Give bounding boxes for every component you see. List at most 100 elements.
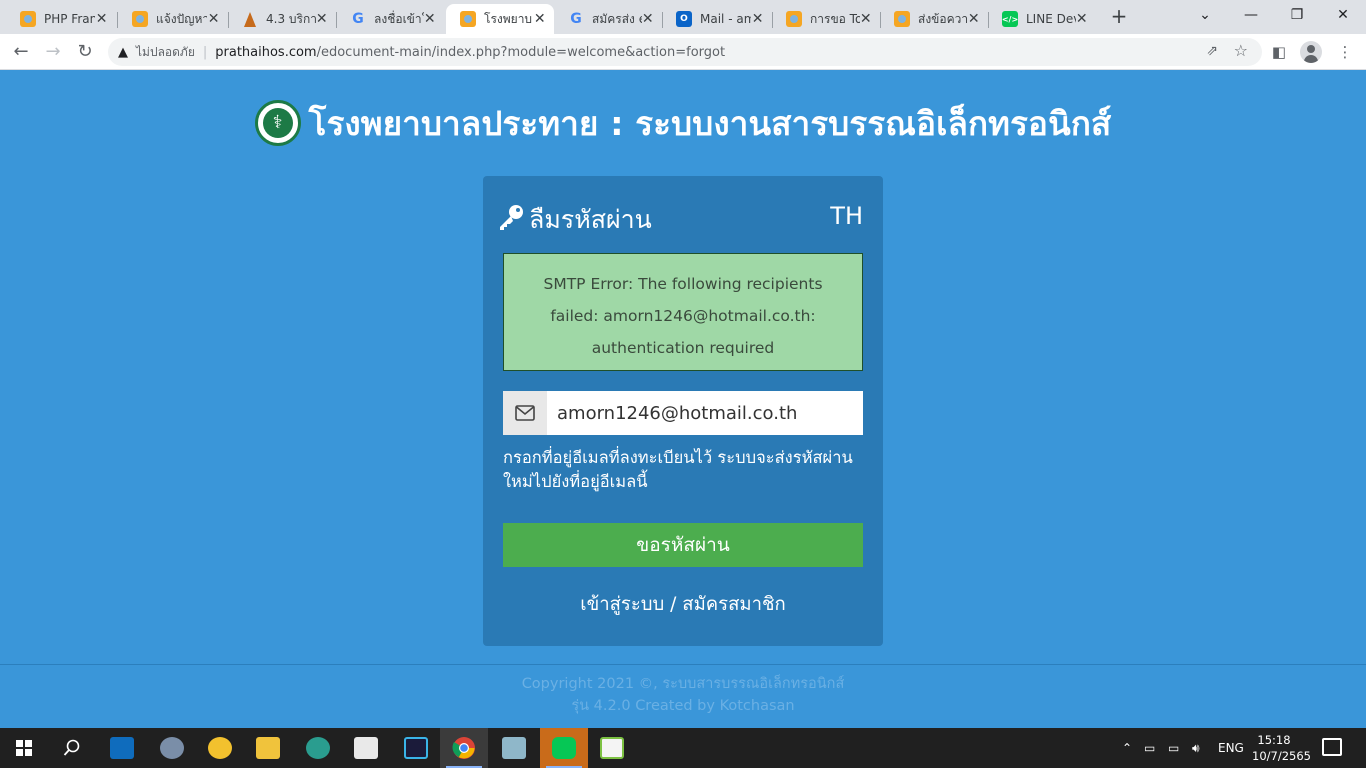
browser-tab-active[interactable]: โรงพยาบ ✕ bbox=[446, 4, 554, 34]
address-bar[interactable]: ▲ ไม่ปลอดภัย | prathaihos.com/edocument-… bbox=[108, 38, 1262, 66]
hospital-logo-icon[interactable]: ⚕ bbox=[254, 100, 301, 146]
tab-search-icon[interactable]: ⌄ bbox=[1182, 0, 1228, 30]
footer-divider bbox=[0, 664, 1366, 665]
new-tab-button[interactable]: + bbox=[1108, 5, 1130, 27]
bookmark-star-icon[interactable]: ☆ bbox=[1234, 41, 1248, 60]
site-favicon-icon bbox=[132, 11, 148, 27]
browser-toolbar: ← → ↻ ▲ ไม่ปลอดภัย | prathaihos.com/edoc… bbox=[0, 34, 1366, 70]
forward-button[interactable]: → bbox=[40, 39, 66, 65]
back-button[interactable]: ← bbox=[8, 39, 34, 65]
warning-icon[interactable]: ▲ bbox=[118, 45, 128, 60]
windows-taskbar: ⌃ ▭ ▭ 🔊︎ ENG 15:18 10/7/2565 bbox=[0, 728, 1366, 768]
site-favicon-icon bbox=[786, 11, 802, 27]
tab-label: Mail - am bbox=[700, 12, 752, 26]
address-divider: | bbox=[202, 44, 208, 60]
edge-canary-icon[interactable] bbox=[294, 728, 342, 768]
request-password-button[interactable]: ขอรหัสผ่าน bbox=[503, 523, 863, 567]
envelope-icon bbox=[503, 391, 547, 435]
tab-label: ส่งข้อควา bbox=[918, 11, 968, 26]
site-favicon-icon bbox=[894, 11, 910, 27]
close-tab-icon[interactable]: ✕ bbox=[424, 11, 436, 27]
outlook-icon: O bbox=[676, 11, 692, 27]
webex-icon[interactable] bbox=[392, 728, 440, 768]
reload-button[interactable]: ↻ bbox=[72, 39, 98, 65]
page-footer: Copyright 2021 ©, ระบบสารบรรณอิเล็กทรอนิ… bbox=[0, 673, 1366, 717]
close-window-button[interactable]: ✕ bbox=[1320, 0, 1366, 30]
google-icon: G bbox=[352, 11, 364, 27]
app-icon[interactable] bbox=[196, 728, 244, 768]
language-switch[interactable]: TH bbox=[830, 202, 863, 230]
side-panel-icon[interactable]: ◧ bbox=[1268, 41, 1290, 63]
share-icon[interactable]: ⇗ bbox=[1206, 43, 1218, 59]
site-title[interactable]: โรงพยาบาลประทาย : ระบบงานสารบรรณอิเล็กทร… bbox=[309, 97, 1112, 150]
browser-tab[interactable]: G สมัครส่ง e ✕ bbox=[554, 4, 662, 34]
google-icon: G bbox=[570, 11, 582, 27]
browser-tab-strip: PHP Fran ✕ แจ้งปัญหา ✕ 4.3 บริการ ✕ G ลง… bbox=[0, 0, 1366, 34]
browser-tab[interactable]: PHP Fran ✕ bbox=[6, 4, 116, 34]
mail-app-icon[interactable] bbox=[98, 728, 146, 768]
site-favicon-icon bbox=[460, 11, 476, 27]
profile-avatar-icon[interactable] bbox=[1300, 41, 1322, 63]
browser-tab[interactable]: การขอ To ✕ bbox=[772, 4, 880, 34]
form-title: ลืมรหัสผ่าน bbox=[529, 205, 652, 234]
windows-start-icon[interactable] bbox=[0, 728, 48, 768]
tab-label: PHP Fran bbox=[44, 12, 96, 26]
search-icon[interactable] bbox=[48, 728, 96, 768]
close-tab-icon[interactable]: ✕ bbox=[95, 11, 108, 27]
version-text: รุ่น 4.2.0 Created by Kotchasan bbox=[571, 698, 795, 714]
notepad-icon[interactable] bbox=[588, 728, 636, 768]
network-icon[interactable]: ▭ bbox=[1168, 728, 1179, 768]
battery-icon[interactable]: ▭ bbox=[1144, 728, 1155, 768]
browser-tab[interactable]: O Mail - am ✕ bbox=[662, 4, 772, 34]
close-tab-icon[interactable]: ✕ bbox=[642, 11, 654, 27]
site-favicon-icon bbox=[20, 11, 36, 27]
url-path: /edocument-main/index.php?module=welcome… bbox=[316, 44, 726, 60]
url-host: prathaihos.com bbox=[215, 44, 317, 60]
tab-label: สมัครส่ง e bbox=[592, 11, 642, 26]
file-explorer-icon[interactable] bbox=[244, 728, 292, 768]
notification-center-icon[interactable] bbox=[1322, 738, 1342, 756]
close-tab-icon[interactable]: ✕ bbox=[1076, 11, 1088, 27]
chrome-icon[interactable] bbox=[440, 728, 488, 768]
forgot-password-card: ลืมรหัสผ่าน TH SMTP Error: The following… bbox=[483, 176, 883, 646]
minimize-button[interactable]: — bbox=[1228, 0, 1274, 30]
browser-tab[interactable]: แจ้งปัญหา ✕ bbox=[118, 4, 228, 34]
menu-kebab-icon[interactable]: ⋮ bbox=[1334, 41, 1356, 63]
tab-label: โรงพยาบ bbox=[484, 11, 533, 26]
taskbar-clock[interactable]: 15:18 10/7/2565 bbox=[1252, 732, 1311, 764]
card-header: ลืมรหัสผ่าน TH bbox=[497, 200, 869, 234]
input-language[interactable]: ENG bbox=[1218, 728, 1244, 768]
close-tab-icon[interactable]: ✕ bbox=[860, 11, 872, 27]
close-tab-icon[interactable]: ✕ bbox=[534, 11, 546, 27]
clock-date: 10/7/2565 bbox=[1252, 749, 1311, 763]
browser-tab[interactable]: 4.3 บริการ ✕ bbox=[228, 4, 336, 34]
close-tab-icon[interactable]: ✕ bbox=[968, 11, 980, 27]
app-icon[interactable] bbox=[148, 728, 196, 768]
tab-label: ลงชื่อเข้าใ bbox=[374, 11, 424, 26]
store-icon[interactable] bbox=[342, 728, 390, 768]
tab-label: แจ้งปัญหา bbox=[156, 11, 208, 26]
tab-label: 4.3 บริการ bbox=[266, 11, 316, 26]
close-tab-icon[interactable]: ✕ bbox=[316, 11, 328, 27]
line-dev-icon: </> bbox=[1002, 11, 1018, 27]
app-icon[interactable] bbox=[490, 728, 538, 768]
volume-icon[interactable]: 🔊︎ bbox=[1192, 728, 1200, 768]
tab-label: LINE Dev bbox=[1026, 12, 1076, 26]
clock-time: 15:18 bbox=[1257, 733, 1291, 747]
restore-button[interactable]: ❐ bbox=[1274, 0, 1320, 30]
close-tab-icon[interactable]: ✕ bbox=[751, 11, 764, 27]
browser-tab[interactable]: ส่งข้อควา ✕ bbox=[880, 4, 988, 34]
email-input[interactable] bbox=[547, 391, 863, 435]
error-alert: SMTP Error: The following recipients fai… bbox=[503, 253, 863, 371]
temple-icon bbox=[242, 11, 258, 27]
show-hidden-icons[interactable]: ⌃ bbox=[1122, 728, 1132, 768]
copyright-text: Copyright 2021 ©, ระบบสารบรรณอิเล็กทรอนิ… bbox=[521, 676, 845, 692]
close-tab-icon[interactable]: ✕ bbox=[207, 11, 220, 27]
browser-tab[interactable]: </> LINE Dev ✕ bbox=[988, 4, 1096, 34]
security-status[interactable]: ไม่ปลอดภัย bbox=[136, 43, 195, 62]
page-content: ⚕ โรงพยาบาลประทาย : ระบบงานสารบรรณอิเล็ก… bbox=[0, 71, 1366, 728]
line-app-icon[interactable] bbox=[540, 728, 588, 768]
login-register-link[interactable]: เข้าสู่ระบบ / สมัครสมาชิก bbox=[483, 590, 883, 619]
site-header: ⚕ โรงพยาบาลประทาย : ระบบงานสารบรรณอิเล็ก… bbox=[0, 95, 1366, 151]
browser-tab[interactable]: G ลงชื่อเข้าใ ✕ bbox=[336, 4, 444, 34]
